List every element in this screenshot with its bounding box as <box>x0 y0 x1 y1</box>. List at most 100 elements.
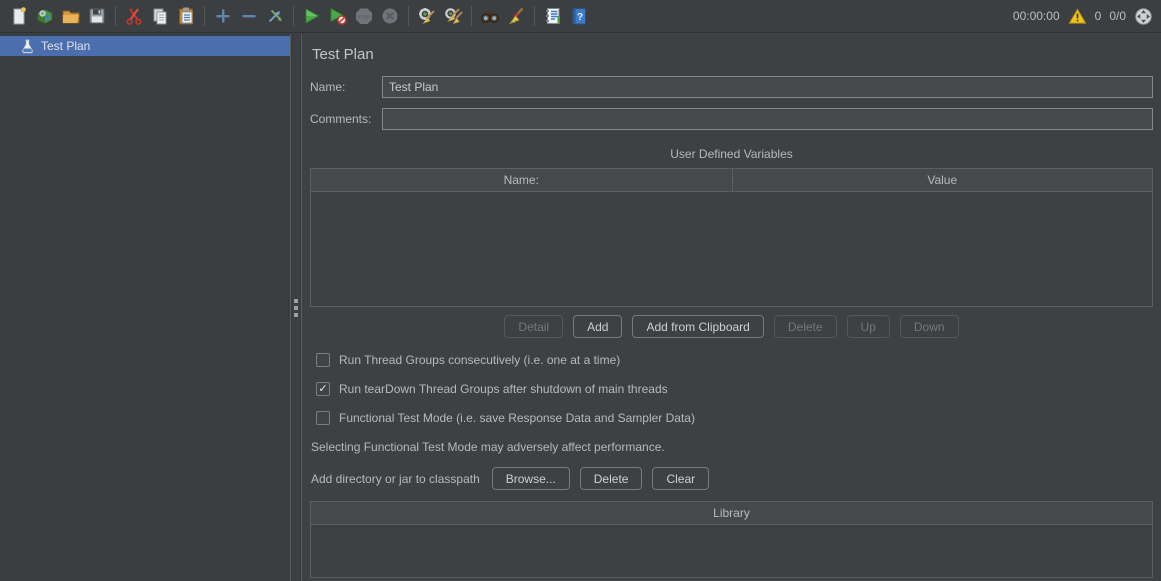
search-button[interactable] <box>477 3 503 29</box>
help-button[interactable]: ? <box>566 3 592 29</box>
page-title: Test Plan <box>312 46 1153 63</box>
library-section: Library <box>310 501 1153 578</box>
paste-button[interactable] <box>173 3 199 29</box>
toolbar-separator <box>293 6 294 26</box>
expand-all-button[interactable] <box>210 3 236 29</box>
up-button[interactable]: Up <box>847 315 890 338</box>
reset-search-button[interactable] <box>503 3 529 29</box>
toolbar-stats: 00:00:00 0 0/0 <box>1013 7 1155 26</box>
functional-mode-note: Selecting Functional Test Mode may adver… <box>311 440 1153 454</box>
delete-button[interactable]: Delete <box>774 315 837 338</box>
save-icon <box>87 6 107 26</box>
add-button[interactable]: Add <box>573 315 622 338</box>
warning-icon[interactable] <box>1068 7 1087 26</box>
comments-label: Comments: <box>310 112 382 126</box>
test-plan-flask-icon <box>21 39 34 54</box>
elapsed-time: 00:00:00 <box>1013 9 1060 23</box>
run-teardown-row: ✓ Run tearDown Thread Groups after shutd… <box>316 382 1153 396</box>
search-icon <box>480 6 500 26</box>
start-icon <box>302 6 322 26</box>
splitter-grip[interactable] <box>294 299 298 317</box>
copy-icon <box>150 6 170 26</box>
detail-button[interactable]: Detail <box>504 315 563 338</box>
new-button[interactable] <box>6 3 32 29</box>
clear-all-icon <box>443 6 463 26</box>
thread-count: 0/0 <box>1109 9 1126 23</box>
run-consecutively-label: Run Thread Groups consecutively (i.e. on… <box>339 353 620 367</box>
run-teardown-label: Run tearDown Thread Groups after shutdow… <box>339 382 668 396</box>
name-row: Name: <box>310 76 1153 98</box>
udv-table-body[interactable] <box>311 192 1152 306</box>
run-consecutively-checkbox[interactable] <box>316 353 330 367</box>
clear-icon <box>417 6 437 26</box>
toolbar-separator <box>408 6 409 26</box>
down-button[interactable]: Down <box>900 315 959 338</box>
run-consecutively-row: Run Thread Groups consecutively (i.e. on… <box>316 353 1153 367</box>
open-button[interactable] <box>58 3 84 29</box>
udv-title: User Defined Variables <box>310 147 1153 161</box>
classpath-delete-button[interactable]: Delete <box>580 467 643 490</box>
expand-icon <box>213 6 233 26</box>
stop-button[interactable]: STOP <box>351 3 377 29</box>
udv-col-value[interactable]: Value <box>732 169 1153 191</box>
toolbar-separator <box>115 6 116 26</box>
comments-row: Comments: <box>310 108 1153 130</box>
start-button[interactable] <box>299 3 325 29</box>
toggle-icon <box>265 6 285 26</box>
library-table: Library <box>310 501 1153 578</box>
clear-button[interactable] <box>414 3 440 29</box>
function-helper-icon <box>543 6 563 26</box>
function-helper-button[interactable] <box>540 3 566 29</box>
collapse-icon <box>239 6 259 26</box>
functional-mode-label: Functional Test Mode (i.e. save Response… <box>339 411 695 425</box>
toolbar-separator <box>534 6 535 26</box>
copy-button[interactable] <box>147 3 173 29</box>
udv-col-name[interactable]: Name: <box>311 169 732 191</box>
name-input[interactable] <box>382 76 1153 98</box>
tree-node-test-plan[interactable]: Test Plan <box>0 36 290 56</box>
templates-icon <box>35 6 55 26</box>
comments-input[interactable] <box>382 108 1153 130</box>
browse-button[interactable]: Browse... <box>492 467 570 490</box>
classpath-label: Add directory or jar to classpath <box>311 472 480 486</box>
classpath-clear-button[interactable]: Clear <box>652 467 709 490</box>
library-table-body[interactable] <box>311 525 1152 577</box>
udv-buttons: Detail Add Add from Clipboard Delete Up … <box>310 315 1153 338</box>
functional-mode-row: Functional Test Mode (i.e. save Response… <box>316 411 1153 425</box>
paste-icon <box>176 6 196 26</box>
udv-table-header: Name: Value <box>311 169 1152 192</box>
tree-main-splitter[interactable] <box>290 34 302 581</box>
warning-count: 0 <box>1095 9 1102 23</box>
udv-table: Name: Value <box>310 168 1153 307</box>
new-icon <box>9 6 29 26</box>
toolbar: STOP <box>0 0 1161 33</box>
classpath-row: Add directory or jar to classpath Browse… <box>311 467 1153 490</box>
run-teardown-checkbox[interactable]: ✓ <box>316 382 330 396</box>
toggle-button[interactable] <box>262 3 288 29</box>
add-from-clipboard-button[interactable]: Add from Clipboard <box>632 315 763 338</box>
toolbar-separator <box>204 6 205 26</box>
cut-icon <box>124 6 144 26</box>
shutdown-button[interactable] <box>377 3 403 29</box>
svg-text:?: ? <box>577 12 583 23</box>
start-no-timers-button[interactable] <box>325 3 351 29</box>
test-plan-tree: Test Plan <box>0 34 290 581</box>
library-table-header: Library <box>311 502 1152 525</box>
help-icon: ? <box>569 6 589 26</box>
tree-node-label: Test Plan <box>41 39 90 53</box>
open-icon <box>61 6 81 26</box>
name-label: Name: <box>310 80 382 94</box>
test-state-icon <box>1134 7 1153 26</box>
cut-button[interactable] <box>121 3 147 29</box>
stop-label: STOP <box>358 14 370 19</box>
library-col-header[interactable]: Library <box>311 502 1152 524</box>
start-no-timers-icon <box>328 6 348 26</box>
test-plan-editor: Test Plan Name: Comments: User Defined V… <box>302 34 1161 581</box>
stop-icon: STOP <box>354 6 374 26</box>
functional-mode-checkbox[interactable] <box>316 411 330 425</box>
collapse-all-button[interactable] <box>236 3 262 29</box>
reset-search-icon <box>506 6 526 26</box>
templates-button[interactable] <box>32 3 58 29</box>
save-button[interactable] <box>84 3 110 29</box>
clear-all-button[interactable] <box>440 3 466 29</box>
